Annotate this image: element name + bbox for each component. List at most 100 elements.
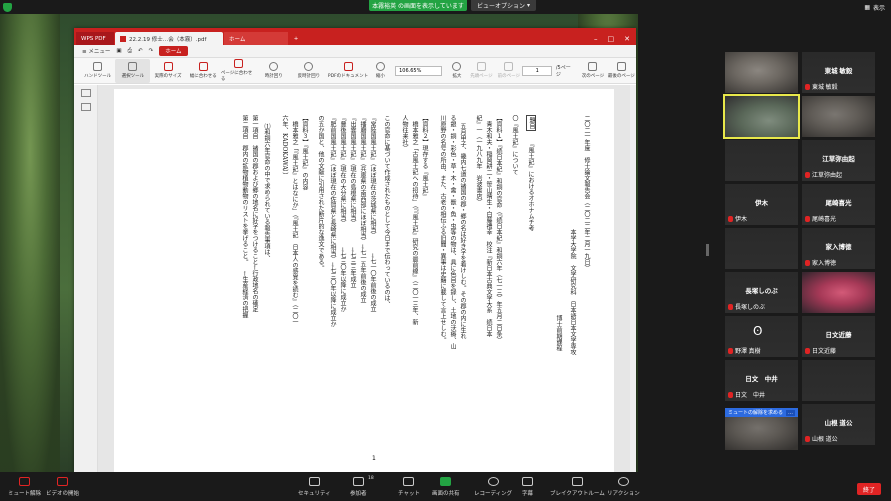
mic-off-icon <box>728 391 733 398</box>
rotate-cw-icon <box>269 62 279 71</box>
participant-tile[interactable] <box>802 360 875 401</box>
menu-button[interactable]: ≡ メニュー <box>82 47 110 55</box>
hand-tool-button[interactable]: ハンドツール <box>80 59 115 83</box>
bookmark-icon[interactable] <box>80 103 91 111</box>
share-banner: 本霧裕英 の画面を表示しています <box>369 0 467 11</box>
zoom-out-label: 縮小 <box>375 74 385 79</box>
mute-button[interactable]: ミュート解除 <box>8 477 41 497</box>
fit-page-button[interactable]: ページに合わせる <box>221 59 256 83</box>
first-page-button[interactable]: 先頭ページ <box>468 59 495 83</box>
zoom-in-button[interactable]: 拡大 <box>446 59 468 83</box>
participant-tile[interactable]: 日文近藤 日文近藤 <box>802 316 875 357</box>
participant-tile[interactable]: 伊木 伊木 <box>725 184 798 225</box>
zoom-out-button[interactable]: 縮小 <box>370 59 392 83</box>
page-total: /5ページ <box>555 64 571 78</box>
doc-ref-1b: 青木和夫・稲岡耕二・笹山晴生・白藤禮幸 校注『新日本古典文学大系 続日本 <box>485 115 492 337</box>
side-panel <box>74 85 98 472</box>
next-page-icon <box>588 62 598 71</box>
tab-home[interactable]: ホーム <box>224 32 288 45</box>
pdf-document-button[interactable]: PDFのドキュメント <box>327 59 370 83</box>
security-button[interactable]: セキュリティ <box>298 477 331 497</box>
page-number-input[interactable]: 1 <box>522 65 552 76</box>
breakout-rooms-button[interactable]: ブレイクアウトルーム <box>550 477 605 497</box>
participant-tile[interactable] <box>725 52 798 93</box>
participant-tile[interactable]: 尾崎喜光 尾崎喜光 <box>802 184 875 225</box>
fit-page-icon <box>233 59 243 68</box>
mic-off-icon <box>805 259 810 266</box>
chat-button[interactable]: チャット <box>398 477 420 497</box>
participant-tile[interactable]: 家入博徳 家入博徳 <box>802 228 875 269</box>
shield-icon[interactable] <box>3 3 12 12</box>
hand-icon <box>93 62 103 71</box>
doc-ref-2c: 人物往来社） <box>401 115 408 151</box>
view-toggle-label: 表示 <box>872 5 885 12</box>
participant-tile[interactable]: 山根 道公 山根 道公 <box>802 404 875 445</box>
participants-button[interactable]: 18 参加者 <box>350 476 374 497</box>
doc-author: 博士前期課程 <box>555 315 562 351</box>
pdf-page: 二〇二一年度 修士論文報告会（二〇二二年二月一九日） 本学大学院 文学研究科 日… <box>114 89 614 472</box>
participant-tile[interactable]: 日文 中井 日文 中井 <box>725 360 798 401</box>
rotate-cw-button[interactable]: 時計回り <box>256 59 291 83</box>
background-trees-left <box>0 14 60 472</box>
tab-document[interactable]: 22.2.19 修士…会（本霧）.pdf <box>115 32 223 45</box>
participant-tile[interactable] <box>725 228 798 269</box>
captions-button[interactable]: 字幕 <box>522 477 533 497</box>
last-page-button[interactable]: 最後のページ <box>607 59 636 83</box>
video-button[interactable]: ビデオの開始 <box>46 477 79 497</box>
redo-icon[interactable]: ↷ <box>149 48 154 54</box>
view-options-button[interactable]: ビューオプション ▾ <box>471 0 537 11</box>
participant-tile[interactable]: 江草弥由起 江草弥由起 <box>802 140 875 181</box>
more-options-icon[interactable]: … <box>786 409 796 416</box>
vertical-scrollbar[interactable] <box>630 85 636 472</box>
save-icon[interactable]: ▣ <box>116 48 121 54</box>
view-toggle-button[interactable]: ▦ 表示 <box>864 3 885 12</box>
participant-tile-active[interactable] <box>723 94 800 139</box>
unmute-request-button[interactable]: ミュートの解除を求める … <box>725 408 799 417</box>
minimize-icon[interactable]: – <box>594 35 598 43</box>
participant-tile[interactable] <box>725 140 798 181</box>
select-tool-label: 選択ツール <box>121 74 145 79</box>
zoom-in-label: 拡大 <box>452 74 462 79</box>
gallery-collapse-handle[interactable] <box>706 244 709 256</box>
participant-tile[interactable]: 東城 敏毅 東城 敏毅 <box>802 52 875 93</box>
ribbon-tab-home[interactable]: ホーム <box>159 46 188 56</box>
meeting-toolbar: ミュート解除 ビデオの開始 セキュリティ 18 参加者 チャット 画面の共有 レ… <box>0 473 891 501</box>
participant-tile[interactable] <box>802 96 875 137</box>
avatar: ʘ <box>753 324 763 338</box>
rotate-ccw-label: 反時計回り <box>297 74 321 79</box>
last-page-icon <box>616 62 626 71</box>
close-icon[interactable]: ✕ <box>624 35 630 43</box>
participant-tile[interactable]: ʘ 野澤 真樹 <box>725 316 798 357</box>
participant-name-large: 日文近藤 <box>812 349 837 355</box>
new-tab-button[interactable]: + <box>289 32 303 45</box>
end-meeting-button[interactable]: 終了 <box>857 483 881 495</box>
people-icon <box>352 477 364 486</box>
participant-name-large: 長塚しのぶ <box>745 288 778 295</box>
doc-date: 二〇二一年度 修士論文報告会（二〇二二年二月一九日） <box>583 115 590 271</box>
share-screen-button[interactable]: 画面の共有 <box>432 477 460 497</box>
wps-logo-tab[interactable]: WPS PDF <box>76 32 114 45</box>
prev-page-button[interactable]: 前のページ <box>495 59 522 83</box>
actual-size-button[interactable]: 実際のサイズ <box>150 59 185 83</box>
next-page-button[interactable]: 次のページ <box>579 59 606 83</box>
reactions-button[interactable]: リアクション <box>607 477 640 497</box>
participant-name-large: 日文 中井 <box>745 376 778 383</box>
participant-name-large: 家入博徳 <box>812 261 837 267</box>
select-tool-button[interactable]: 選択ツール <box>115 58 151 83</box>
page-current: 1 <box>535 67 539 74</box>
participant-name: 家入博徳 <box>805 258 836 267</box>
participant-name-large: 伊木 <box>755 200 768 207</box>
undo-icon[interactable]: ↶ <box>138 48 143 54</box>
wps-toolbar: ハンドツール 選択ツール 実際のサイズ 幅に合わせる ページに合わせる 時計回り… <box>74 58 636 84</box>
print-icon[interactable]: ⎙ <box>128 48 132 55</box>
zoom-select[interactable]: 106.65% <box>395 65 443 76</box>
mute-label: ミュート解除 <box>8 491 42 497</box>
thumbnail-icon[interactable] <box>80 89 91 97</box>
fit-width-button[interactable]: 幅に合わせる <box>186 59 221 83</box>
rotate-ccw-button[interactable]: 反時計回り <box>291 59 326 83</box>
page-number: 1 <box>372 455 376 462</box>
record-button[interactable]: レコーディング <box>474 477 512 497</box>
maximize-icon[interactable]: □ <box>608 35 615 43</box>
participant-tile[interactable]: 長塚しのぶ 長塚しのぶ <box>725 272 798 313</box>
participant-tile[interactable] <box>802 272 875 313</box>
